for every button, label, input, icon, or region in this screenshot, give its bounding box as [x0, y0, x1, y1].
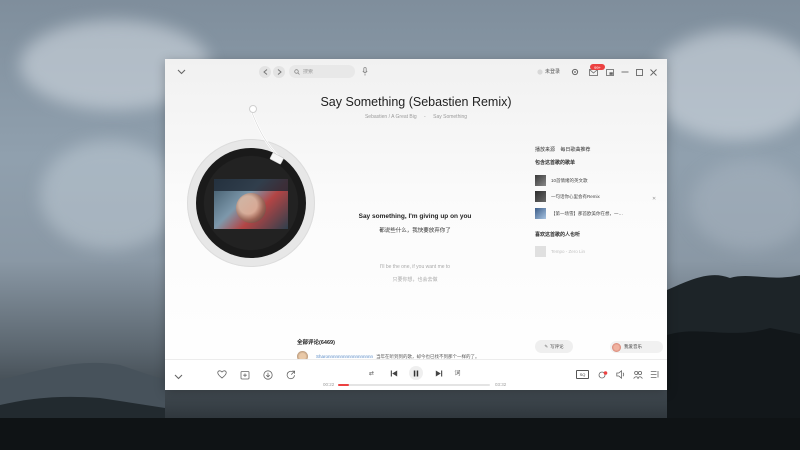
sound-quality-button[interactable]: SQ — [576, 370, 589, 379]
playlist-title: 一句话你心里会有Remix — [551, 193, 600, 199]
login-button[interactable]: 未登录 — [537, 68, 560, 75]
login-label: 未登录 — [545, 69, 561, 75]
add-to-playlist-button[interactable] — [239, 369, 250, 380]
minimize-button[interactable] — [620, 67, 630, 77]
search-icon — [294, 68, 300, 75]
chevron-down-icon — [174, 374, 183, 379]
maximize-button[interactable] — [634, 67, 644, 77]
like-button[interactable] — [216, 369, 227, 380]
cover-band — [214, 179, 288, 191]
chevron-down-icon — [177, 69, 185, 75]
lyric-current-line: Say something, I'm giving up on you — [358, 213, 472, 220]
playlist-thumbnail — [535, 175, 546, 186]
title-bar: 未登录 99+ — [165, 59, 667, 85]
lyric-current-translation: 都说些什么，我快要放弃你了 — [379, 228, 451, 234]
previous-track-button[interactable] — [388, 368, 399, 379]
volume-button[interactable] — [615, 369, 626, 380]
similar-users-heading: 喜欢这首歌的人也听 — [535, 232, 581, 238]
cover-portrait — [236, 193, 266, 223]
write-comment-button[interactable]: ✎ 写评论 — [535, 340, 573, 353]
user-avatar-icon — [537, 68, 543, 75]
maximize-icon — [635, 68, 643, 76]
playlist-queue-icon — [650, 371, 658, 378]
skip-previous-icon — [390, 370, 397, 377]
similar-song-item[interactable]: Tempo - Zero Lin — [535, 246, 660, 257]
progress-bar[interactable] — [338, 384, 490, 386]
back-button[interactable] — [259, 66, 271, 78]
playlist-item[interactable]: 一句话你心里会有Remix — [535, 191, 660, 202]
collapse-player-button[interactable] — [175, 67, 187, 77]
meta-separator: - — [424, 114, 426, 120]
skip-next-icon — [435, 370, 442, 377]
play-queue-button[interactable] — [649, 369, 660, 380]
settings-button[interactable] — [570, 67, 580, 77]
gear-icon — [571, 68, 579, 76]
artist-link[interactable]: Sebastien / A Great Big — [365, 114, 417, 120]
song-title: Say Something (Sebastien Remix) — [320, 95, 512, 109]
comments-header: 全部评论(6469) — [297, 340, 335, 346]
dismiss-icon[interactable]: ✕ — [652, 196, 656, 202]
play-mode-button[interactable]: ⇄ — [366, 368, 377, 379]
forward-button[interactable] — [273, 66, 285, 78]
speaker-icon — [615, 370, 624, 379]
lyric-next-translation: 只要你想，也会去做 — [392, 277, 438, 283]
tab-play-source[interactable]: 播放来源 — [535, 147, 555, 153]
add-to-folder-icon — [240, 370, 249, 379]
sound-effect-button[interactable] — [597, 369, 608, 380]
listener-name: 我爱音乐 — [624, 344, 642, 349]
playlist-thumbnail — [535, 191, 546, 202]
listen-together-icon — [632, 370, 643, 379]
pencil-icon: ✎ — [544, 343, 549, 349]
close-icon — [649, 68, 657, 76]
pause-icon — [413, 370, 419, 376]
player-bar: ⇄ 词 00:22 03:32 SQ — [165, 359, 667, 390]
progress-fill — [338, 384, 349, 386]
playlist-item[interactable]: 10首情绪的英文歌 — [535, 175, 660, 186]
write-comment-label: 写评论 — [550, 343, 564, 349]
current-time: 00:22 — [323, 382, 335, 387]
voice-search-button[interactable] — [361, 66, 369, 77]
tonearm-needle — [249, 109, 284, 165]
listener-avatar — [612, 342, 621, 352]
total-time: 03:32 — [495, 382, 507, 387]
lyrics-toggle-button[interactable]: 词 — [452, 367, 463, 378]
next-track-button[interactable] — [433, 368, 444, 379]
search-box[interactable] — [289, 65, 355, 78]
album-link[interactable]: Say Something — [433, 114, 467, 120]
heart-icon — [216, 370, 227, 379]
cloud — [650, 30, 800, 140]
download-button[interactable] — [262, 369, 273, 380]
mini-mode-button[interactable] — [605, 67, 615, 77]
chevron-right-icon — [277, 69, 282, 75]
close-button[interactable] — [648, 67, 658, 77]
microphone-icon — [362, 67, 368, 76]
playlists-heading: 包含这首歌的歌单 — [535, 160, 576, 166]
playlist-title: 【第一场雪】那首欧美你在想，一… — [551, 210, 623, 216]
chevron-left-icon — [262, 69, 267, 75]
music-player-window: 未登录 99+ Say Something (Sebastien Remix) … — [165, 59, 667, 390]
listen-together-button[interactable] — [632, 369, 643, 380]
share-icon — [286, 370, 295, 379]
song-thumbnail — [535, 246, 546, 257]
album-cover — [214, 179, 288, 229]
share-button[interactable] — [285, 369, 296, 380]
minimize-icon — [621, 71, 629, 73]
search-input[interactable] — [303, 68, 351, 75]
panel-tabs: 播放来源 每日歌曲推荐 — [535, 146, 594, 153]
sound-effect-icon — [598, 370, 607, 378]
pause-button[interactable] — [409, 366, 423, 380]
mini-mode-icon — [606, 68, 614, 76]
tonearm-pivot — [249, 105, 257, 113]
collapse-lyrics-button[interactable] — [173, 371, 184, 382]
listener-chip[interactable]: 我爱音乐 — [610, 341, 663, 353]
message-count-badge: 99+ — [590, 64, 605, 70]
similar-song-title: Tempo - Zero Lin — [551, 249, 586, 254]
playlist-thumbnail — [535, 208, 546, 219]
lyric-next-line: I'll be the one, if you want me to — [379, 264, 451, 270]
playlist-title: 10首情绪的英文歌 — [551, 177, 588, 183]
playlist-item[interactable]: 【第一场雪】那首欧美你在想，一… — [535, 208, 660, 219]
download-icon — [262, 369, 273, 380]
song-meta: Sebastien / A Great Big - Say Something — [165, 114, 667, 120]
tab-daily-recommend[interactable]: 每日歌曲推荐 — [560, 147, 590, 153]
